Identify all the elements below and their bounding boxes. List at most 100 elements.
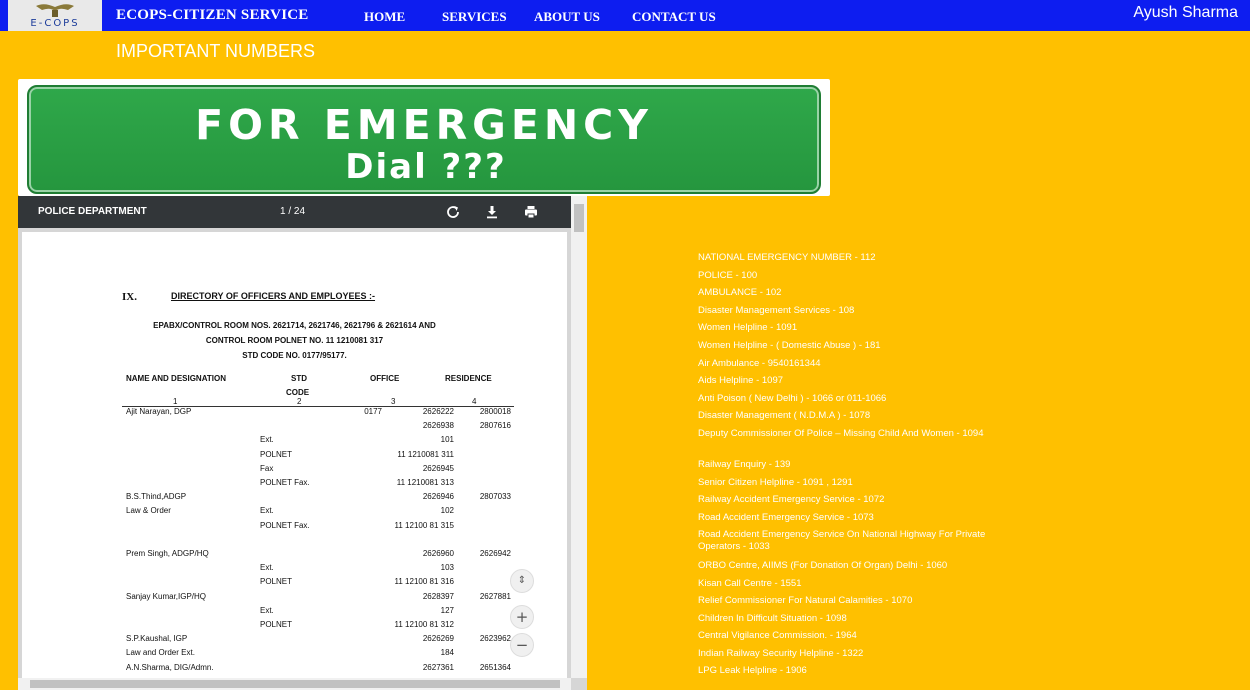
row-residence: 2626942: [479, 549, 511, 558]
nav-services[interactable]: SERVICES: [442, 9, 507, 25]
helpline-item: Anti Poison ( New Delhi ) - 1066 or 011-…: [698, 393, 887, 404]
row-label: Ext.: [260, 435, 274, 445]
directory-row: Law and Order Ext. 184: [22, 648, 567, 662]
helpline-item: Central Vigilance Commission. - 1964: [698, 630, 857, 641]
row-office: 2626269: [422, 634, 454, 644]
directory-row: Fax 2626945: [22, 464, 567, 478]
row-label: POLNET: [260, 620, 293, 629]
directory-row: POLNET Fax. 11 12100 81 315: [22, 521, 567, 535]
epabx-line: EPABX/CONTROL ROOM NOS. 2621714, 2621746…: [153, 321, 436, 330]
pdf-toolbar: POLICE DEPARTMENT 1 / 24: [18, 196, 571, 228]
helpline-item: Indian Railway Security Helpline - 1322: [698, 648, 864, 659]
helpline-item: Children In Difficult Situation - 1098: [698, 613, 847, 624]
col-residence-header: RESIDENCE: [445, 374, 492, 383]
fit-page-icon[interactable]: ⇕: [510, 569, 534, 593]
row-label: Ext.: [260, 605, 274, 615]
banner-line-2: Dial ???: [345, 147, 507, 187]
helpline-item: Women Helpline - 1091: [698, 322, 798, 333]
helpline-item: Air Ambulance - 9540161344: [698, 358, 821, 369]
directory-row: Sanjay Kumar,IGP/HQ 2628397 2627881: [22, 592, 567, 606]
row-label: Ext.: [260, 563, 274, 573]
helpline-item: Railway Enquiry - 139: [698, 459, 791, 470]
nav-about-us[interactable]: ABOUT US: [534, 9, 600, 25]
emergency-sign: FOR EMERGENCY Dial ???: [27, 85, 821, 194]
helpline-item: Relief Commissioner For Natural Calamiti…: [698, 595, 913, 606]
row-residence: 2651364: [479, 662, 511, 672]
directory-row: [22, 535, 567, 549]
row-label: Ext.: [260, 506, 274, 516]
col-std-header-2: CODE: [286, 388, 310, 397]
row-office: 2626946: [422, 492, 454, 502]
row-label: Fax: [260, 463, 274, 473]
helpline-item: POLICE - 100: [698, 270, 758, 281]
brand-title[interactable]: ECOPS-CITIZEN SERVICE: [116, 7, 308, 24]
row-name: A.N.Sharma, DIG/Admn.: [126, 662, 214, 672]
col-number: 2: [297, 397, 302, 406]
row-office: 11 1210081 313: [396, 478, 454, 487]
row-name: Ajit Narayan, DGP: [126, 407, 192, 416]
directory-row: Ext. 103: [22, 563, 567, 577]
col-name-header: NAME AND DESIGNATION: [126, 374, 226, 383]
row-office: 2628397: [422, 591, 454, 601]
row-office: 103: [440, 563, 454, 573]
section-title: DIRECTORY OF OFFICERS AND EMPLOYEES :-: [171, 291, 376, 301]
rotate-icon[interactable]: [444, 203, 462, 221]
row-label: POLNET: [260, 449, 293, 459]
row-office: 127: [440, 605, 454, 615]
directory-row: Ext. 101: [22, 435, 567, 449]
directory-row: POLNET 11 1210081 311: [22, 450, 567, 464]
pdf-page: IX. DIRECTORY OF OFFICERS AND EMPLOYEES …: [22, 232, 567, 690]
banner-line-1: FOR EMERGENCY: [195, 101, 653, 149]
directory-row: Ajit Narayan, DGP 0177 2626222 2800018: [22, 407, 567, 421]
row-office: 2626938: [422, 421, 454, 431]
row-office: 101: [440, 435, 454, 445]
directory-row: Ext. 127: [22, 606, 567, 620]
row-office: 11 12100 81 315: [394, 520, 454, 530]
nav-contact-us[interactable]: CONTACT US: [632, 9, 716, 25]
zoom-out-button[interactable]: −: [510, 633, 534, 657]
row-residence: 2623962: [479, 634, 511, 644]
pdf-vertical-scrollbar[interactable]: [571, 196, 587, 678]
helpline-item: AMBULANCE - 102: [698, 287, 782, 298]
user-name[interactable]: Ayush Sharma: [1133, 4, 1238, 22]
row-office: 11 1210081 311: [397, 449, 454, 459]
pdf-page-indicator[interactable]: 1 / 24: [280, 206, 305, 217]
pdf-viewer[interactable]: POLICE DEPARTMENT 1 / 24 IX. DIRECTORY O…: [18, 196, 587, 690]
pdf-horizontal-scrollbar[interactable]: [18, 678, 571, 690]
row-label: POLNET: [260, 577, 293, 587]
helpline-item: Railway Accident Emergency Service - 107…: [698, 494, 885, 505]
helpline-item: ORBO Centre, AIIMS (For Donation Of Orga…: [698, 560, 948, 571]
scroll-thumb[interactable]: [30, 680, 560, 688]
row-residence: 2627881: [479, 591, 511, 601]
row-office: 2627361: [422, 662, 454, 672]
col-std-header: STD: [291, 374, 307, 383]
helpline-item: Road Accident Emergency Service On Natio…: [698, 529, 986, 552]
print-icon[interactable]: [522, 203, 540, 221]
directory-row: S.P.Kaushal, IGP 2626269 2623962: [22, 634, 567, 648]
directory-row: Prem Singh, ADGP/HQ 2626960 2626942: [22, 549, 567, 563]
row-name: B.S.Thind,ADGP: [126, 492, 187, 502]
download-icon[interactable]: [483, 203, 501, 221]
helpline-item: Kisan Call Centre - 1551: [698, 578, 802, 589]
helpline-item: Senior Citizen Helpline - 1091 , 1291: [698, 477, 853, 488]
directory-row: POLNET Fax. 11 1210081 313: [22, 478, 567, 492]
helpline-item: Disaster Management ( N.D.M.A ) - 1078: [698, 410, 871, 421]
emergency-banner: FOR EMERGENCY Dial ???: [18, 79, 830, 196]
helpline-item: Road Accident Emergency Service - 1073: [698, 512, 874, 523]
section-number: IX.: [122, 291, 137, 303]
epabx-line: STD CODE NO. 0177/95177.: [242, 351, 347, 360]
row-name: Prem Singh, ADGP/HQ: [126, 549, 209, 558]
directory-row: A.N.Sharma, DIG/Admn. 2627361 2651364: [22, 663, 567, 677]
ecops-logo[interactable]: E-COPS: [8, 0, 102, 31]
logo-text: E-COPS: [30, 18, 80, 29]
zoom-in-button[interactable]: +: [510, 605, 534, 629]
row-office: 2626945: [422, 463, 454, 473]
row-office: 2626960: [422, 549, 454, 558]
row-name: Law & Order: [126, 506, 171, 516]
row-residence: 2800018: [479, 407, 511, 416]
scroll-thumb[interactable]: [574, 204, 584, 232]
nav-home[interactable]: HOME: [364, 9, 405, 25]
directory-row: POLNET 11 12100 81 316: [22, 577, 567, 591]
col-number: 1: [173, 397, 178, 406]
emblem-icon: [36, 4, 74, 17]
